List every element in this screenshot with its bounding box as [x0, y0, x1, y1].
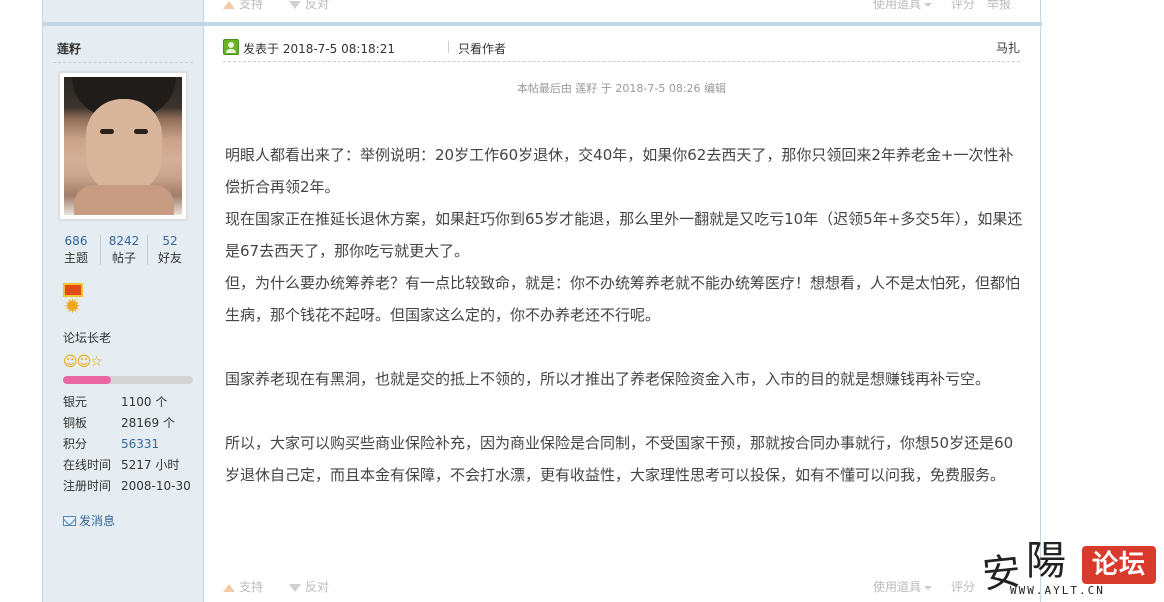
- logo-badge: 论坛: [1082, 546, 1156, 584]
- send-message-label: 发消息: [79, 514, 116, 528]
- detail-key: 在线时间: [63, 458, 112, 472]
- rank-stars-icon: ☺☺☆: [63, 354, 103, 370]
- author-sidebar: 莲籽 686 主题 8242 帖子 52 好友 ✹ 论坛长老 ☺☺☆ 银元 11…: [43, 0, 204, 602]
- rate-button[interactable]: 评分: [951, 578, 975, 595]
- detail-row: 积分 56331: [63, 434, 203, 455]
- author-stats: 686 主题 8242 帖子 52 好友: [53, 233, 193, 269]
- post-paragraph: 明眼人都看出来了：举例说明：20岁工作60岁退休，交40年，如果你62去西天了，…: [225, 146, 1014, 196]
- detail-key: 注册时间: [63, 479, 112, 493]
- detail-row: 注册时间 2008-10-30: [63, 476, 203, 497]
- thumbs-up-icon: [223, 583, 235, 592]
- avatar-image: [64, 77, 182, 215]
- chevron-down-icon: [924, 2, 933, 7]
- thumbs-down-icon: [289, 0, 301, 9]
- stat-label: 帖子: [111, 251, 136, 265]
- stat-label: 主题: [63, 251, 88, 265]
- detail-key: 铜板: [63, 416, 88, 430]
- detail-value: 28169 个: [121, 416, 175, 430]
- medal-icon[interactable]: ✹: [63, 283, 83, 319]
- stat-label: 好友: [157, 251, 182, 265]
- support-button[interactable]: 支持: [223, 0, 263, 12]
- post-timestamp: 发表于 2018-7-5 08:18:21: [243, 42, 395, 56]
- detail-row: 银元 1100 个: [63, 392, 203, 413]
- oppose-button[interactable]: 反对: [289, 0, 329, 12]
- stat-value[interactable]: 686: [53, 233, 99, 249]
- site-watermark-logo: 安 陽 论坛 WWW.AYLT.CN: [974, 528, 1164, 602]
- author-name[interactable]: 莲籽: [57, 40, 81, 57]
- thumbs-down-icon: [289, 583, 301, 592]
- use-tools-button[interactable]: 使用道具: [873, 578, 933, 595]
- edit-note: 本帖最后由 莲籽 于 2018-7-5 08:26 编辑: [516, 82, 727, 95]
- mail-icon: [63, 516, 76, 526]
- post-content: 明眼人都看出来了：举例说明：20岁工作60岁退休，交40年，如果你62去西天了，…: [225, 139, 1025, 491]
- points-link[interactable]: 56331: [121, 434, 159, 455]
- detail-row: 铜板 28169 个: [63, 413, 203, 434]
- floor-label[interactable]: 马扎: [996, 39, 1020, 56]
- report-button[interactable]: 举报: [987, 0, 1011, 12]
- post-header: 发表于 2018-7-5 08:18:21 只看作者 马扎: [223, 36, 1020, 60]
- thread-frame: 莲籽 686 主题 8242 帖子 52 好友 ✹ 论坛长老 ☺☺☆ 银元 11…: [42, 0, 1042, 602]
- only-author-link[interactable]: 只看作者: [458, 40, 506, 57]
- rate-button[interactable]: 评分: [951, 0, 975, 12]
- post-paragraph: 现在国家正在推延长退休方案，如果赶巧你到65岁才能退，那么里外一翻就是又吃亏10…: [225, 210, 1023, 260]
- avatar[interactable]: [59, 72, 187, 220]
- detail-value: 5217 小时: [121, 458, 180, 472]
- stat-value[interactable]: 52: [147, 233, 193, 249]
- post-paragraph: 所以，大家可以购买些商业保险补充，因为商业保险是合同制，不受国家干预，那就按合同…: [225, 434, 1014, 484]
- rank-progress-bar: [63, 376, 193, 384]
- detail-row: 在线时间 5217 小时: [63, 455, 203, 476]
- stat-value[interactable]: 8242: [101, 233, 147, 249]
- rank-title: 论坛长老: [63, 331, 112, 345]
- send-message-link[interactable]: 发消息: [63, 512, 115, 529]
- stat-friends[interactable]: 52 好友: [147, 233, 193, 267]
- stat-topics[interactable]: 686 主题: [53, 233, 99, 267]
- rank-progress-fill: [63, 376, 112, 384]
- divider: [223, 61, 1020, 62]
- chevron-down-icon: [924, 585, 933, 590]
- previous-post-footer: 支持 反对 使用道具 评分 举报: [223, 0, 1023, 12]
- online-user-icon: [223, 39, 239, 55]
- logo-char: 陽: [1026, 538, 1066, 584]
- detail-value: 1100 个: [121, 395, 168, 409]
- logo-url: WWW.AYLT.CN: [1010, 584, 1105, 597]
- author-details: 银元 1100 个 铜板 28169 个 积分 56331 在线时间 5217 …: [63, 392, 203, 497]
- post-paragraph: 但，为什么要办统筹养老？有一点比较致命，就是：你不办统筹养老就不能办统筹医疗！想…: [225, 274, 1021, 324]
- support-button[interactable]: 支持: [223, 578, 263, 595]
- thumbs-up-icon: [223, 0, 235, 9]
- use-tools-button[interactable]: 使用道具: [873, 0, 933, 12]
- oppose-button[interactable]: 反对: [289, 578, 329, 595]
- detail-value: 2008-10-30: [121, 479, 191, 493]
- detail-key: 积分: [63, 437, 88, 451]
- stat-posts[interactable]: 8242 帖子: [101, 233, 147, 267]
- divider: [53, 62, 193, 63]
- post-paragraph: 国家养老现在有黑洞，也就是交的抵上不领的，所以才推出了养老保险资金入市，入市的目…: [225, 370, 991, 388]
- divider: [448, 41, 449, 53]
- post-footer: 支持 反对 使用道具 评分: [223, 576, 1020, 596]
- detail-key: 银元: [63, 395, 88, 409]
- post-separator: [43, 22, 1042, 26]
